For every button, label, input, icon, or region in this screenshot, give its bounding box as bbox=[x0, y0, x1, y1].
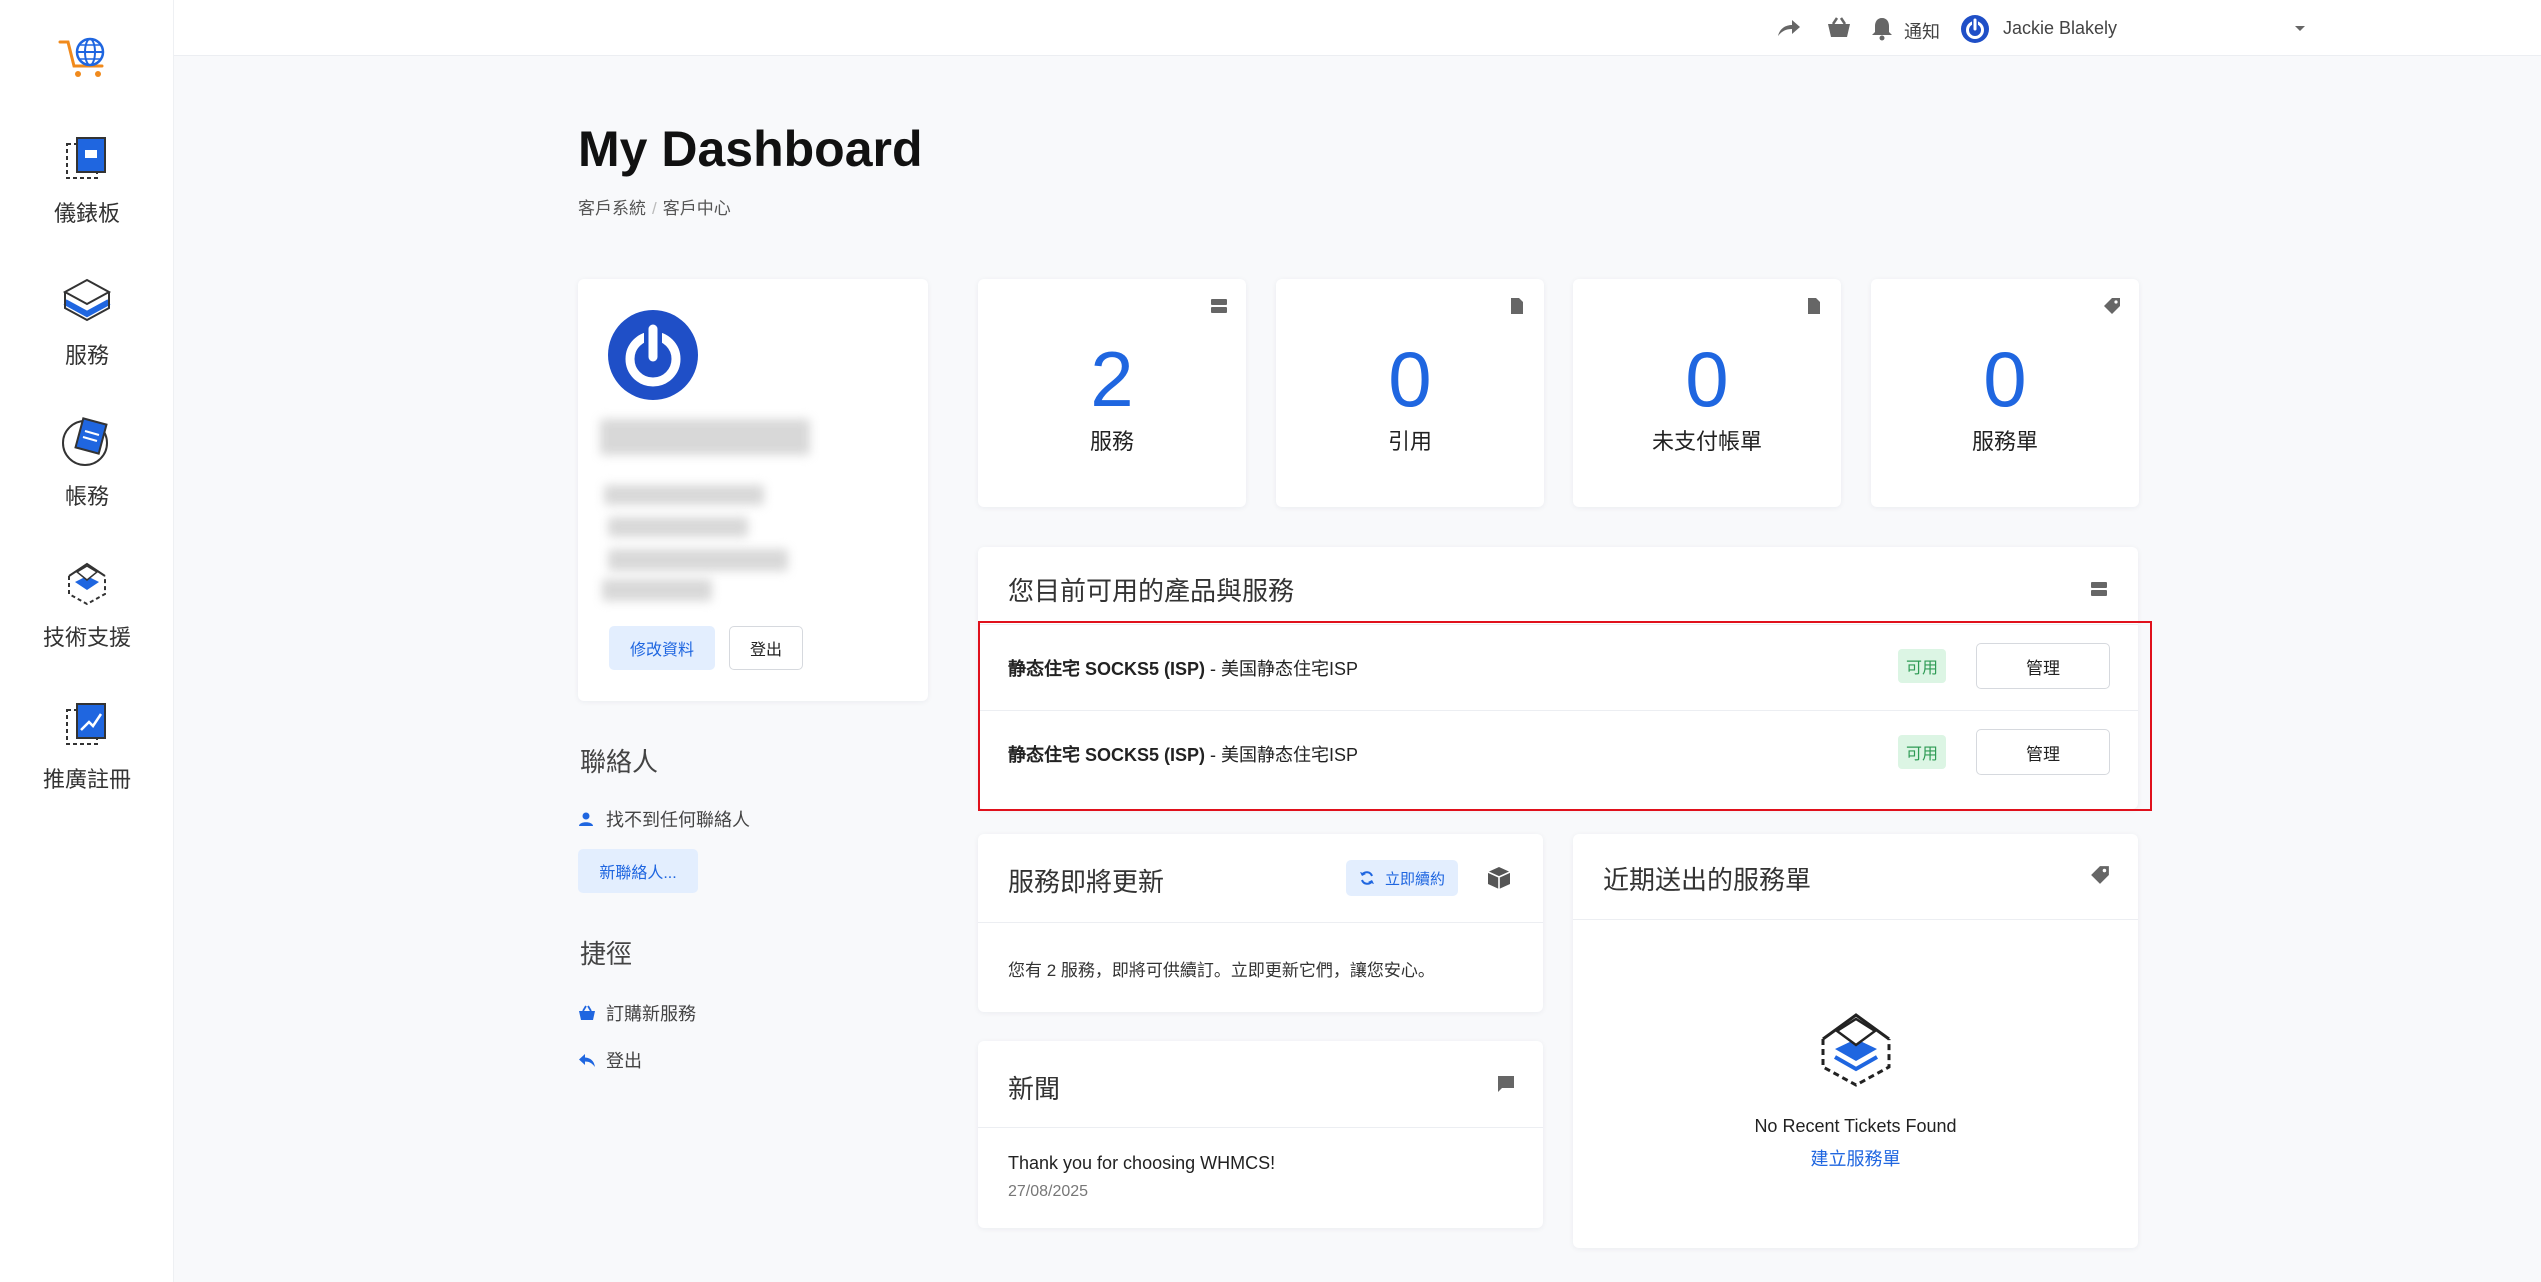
profile-address-redacted bbox=[604, 485, 764, 505]
contacts-empty: 找不到任何聯絡人 bbox=[578, 806, 750, 832]
user-avatar-icon[interactable] bbox=[1960, 14, 1990, 44]
product-name[interactable]: 静态住宅 SOCKS5 (ISP) - 美国静态住宅ISP bbox=[1008, 741, 1358, 767]
renewals-title: 服務即將更新 bbox=[1008, 867, 1165, 897]
chevron-down-icon[interactable] bbox=[2292, 14, 2308, 42]
renew-now-label: 立即續約 bbox=[1384, 870, 1445, 888]
sidebar-item-label: 技術支援 bbox=[42, 625, 131, 650]
sidebar-item-dashboard[interactable]: 儀錶板 bbox=[0, 130, 174, 228]
dashboard-icon bbox=[66, 137, 106, 179]
tag-icon bbox=[2104, 298, 2120, 314]
user-name[interactable]: Jackie Blakely bbox=[2003, 18, 2117, 39]
new-contact-button[interactable]: 新聯絡人... bbox=[578, 849, 698, 893]
sync-icon bbox=[1359, 871, 1374, 885]
stat-card-unpaid-invoices[interactable]: 0 未支付帳單 bbox=[1573, 279, 1841, 507]
stat-card-tickets[interactable]: 0 服務單 bbox=[1871, 279, 2139, 507]
document-icon bbox=[1808, 298, 1820, 314]
empty-tickets-envelope-icon bbox=[1821, 1013, 1891, 1087]
stat-label: 引用 bbox=[1387, 429, 1432, 454]
sidebar-item-support[interactable]: 技術支援 bbox=[0, 554, 174, 652]
breadcrumb-item: 客戶中心 bbox=[662, 199, 731, 218]
breadcrumb: 客戶系統 / 客戶中心 bbox=[578, 199, 731, 218]
profile-address-redacted bbox=[608, 549, 788, 571]
product-row[interactable]: 静态住宅 SOCKS5 (ISP) - 美国静态住宅ISP 可用 管理 bbox=[978, 624, 2138, 710]
product-name[interactable]: 静态住宅 SOCKS5 (ISP) - 美国静态住宅ISP bbox=[1008, 655, 1358, 681]
document-icon bbox=[1511, 298, 1523, 314]
create-ticket-link-wrap: 建立服務單 bbox=[1573, 1145, 2138, 1171]
stat-value: 2 bbox=[1090, 335, 1134, 423]
cube-icon bbox=[1487, 867, 1511, 889]
renew-now-button[interactable]: 立即續約 bbox=[1346, 860, 1458, 896]
status-badge: 可用 bbox=[1898, 735, 1946, 769]
profile-avatar-icon bbox=[608, 310, 698, 400]
stat-label: 服務 bbox=[1089, 429, 1134, 454]
notifications-label[interactable]: 通知 bbox=[1904, 18, 1940, 44]
sidebar-item-label: 推廣註冊 bbox=[42, 767, 131, 792]
product-row[interactable]: 静态住宅 SOCKS5 (ISP) - 美国静态住宅ISP 可用 管理 bbox=[978, 710, 2138, 796]
tickets-title: 近期送出的服務單 bbox=[1603, 865, 1812, 895]
stat-card-services[interactable]: 2 服務 bbox=[978, 279, 1246, 507]
sidebar-item-billing[interactable]: 帳務 bbox=[0, 413, 174, 511]
shopping-basket-icon bbox=[579, 1005, 595, 1020]
notification-bell-icon[interactable] bbox=[1868, 14, 1896, 42]
recent-tickets-panel: 近期送出的服務單 No Recent Tickets Found 建立服務單 bbox=[1573, 834, 2138, 1248]
renewals-panel: 服務即將更新 立即續約 您有 2 服務，即將可供續訂。立即更新它們，讓您安心。 bbox=[978, 834, 1543, 1012]
manage-button[interactable]: 管理 bbox=[1976, 643, 2110, 689]
affiliate-chart-icon bbox=[66, 703, 106, 745]
page-title: My Dashboard bbox=[578, 121, 923, 177]
reply-arrow-icon bbox=[579, 1054, 595, 1067]
profile-address-redacted bbox=[608, 517, 748, 537]
server-icon bbox=[2091, 582, 2107, 596]
news-item-title[interactable]: Thank you for choosing WHMCS! bbox=[1008, 1153, 1275, 1174]
stat-card-quotes[interactable]: 0 引用 bbox=[1276, 279, 1544, 507]
stat-value: 0 bbox=[1685, 335, 1729, 423]
logo-cart-globe-icon[interactable] bbox=[58, 36, 114, 80]
profile-card: 修改資料 登出 bbox=[578, 279, 928, 701]
sidebar-item-label: 服務 bbox=[64, 343, 109, 368]
sidebar-item-label: 儀錶板 bbox=[53, 201, 120, 226]
share-arrow-icon[interactable] bbox=[1774, 14, 1802, 42]
renewals-text: 您有 2 服務，即將可供續訂。立即更新它們，讓您安心。 bbox=[1008, 961, 1435, 980]
tag-icon bbox=[2091, 866, 2109, 884]
shopping-basket-icon[interactable] bbox=[1825, 14, 1853, 42]
comment-icon bbox=[1498, 1076, 1514, 1092]
shortcuts-heading: 捷徑 bbox=[580, 939, 633, 969]
create-ticket-link[interactable]: 建立服務單 bbox=[1811, 1149, 1901, 1169]
billing-document-icon bbox=[62, 417, 108, 466]
stat-value: 0 bbox=[1388, 335, 1432, 423]
news-panel: 新聞 Thank you for choosing WHMCS! 27/08/2… bbox=[978, 1041, 1543, 1228]
status-badge: 可用 bbox=[1898, 649, 1946, 683]
sidebar-item-label: 帳務 bbox=[64, 484, 109, 509]
breadcrumb-item[interactable]: 客戶系統 bbox=[578, 199, 646, 218]
contacts-heading: 聯絡人 bbox=[580, 747, 659, 777]
logout-button[interactable]: 登出 bbox=[729, 626, 803, 670]
stat-label: 未支付帳單 bbox=[1651, 429, 1762, 454]
no-tickets-text: No Recent Tickets Found bbox=[1754, 1116, 1957, 1136]
logout-link[interactable]: 登出 bbox=[606, 1047, 642, 1073]
sidebar-item-affiliate[interactable]: 推廣註冊 bbox=[0, 696, 174, 794]
profile-address-redacted bbox=[602, 579, 712, 601]
manage-button[interactable]: 管理 bbox=[1976, 729, 2110, 775]
sidebar: 儀錶板 服務 帳務 技術支援 推廣註冊 bbox=[0, 0, 174, 1282]
contacts-empty-text: 找不到任何聯絡人 bbox=[606, 810, 750, 830]
server-icon bbox=[1211, 299, 1227, 313]
products-title: 您目前可用的產品與服務 bbox=[1008, 576, 1295, 606]
support-envelope-icon bbox=[68, 562, 106, 606]
shortcut-order[interactable]: 訂購新服務 bbox=[578, 1000, 696, 1026]
products-panel: 您目前可用的產品與服務 静态住宅 SOCKS5 (ISP) - 美国静态住宅IS… bbox=[978, 547, 2138, 809]
shortcut-logout[interactable]: 登出 bbox=[578, 1047, 642, 1073]
stat-label: 服務單 bbox=[1971, 429, 2038, 454]
stat-value: 0 bbox=[1983, 335, 2027, 423]
sidebar-item-services[interactable]: 服務 bbox=[0, 272, 174, 370]
edit-profile-button[interactable]: 修改資料 bbox=[609, 626, 715, 670]
services-box-icon bbox=[62, 278, 112, 322]
top-navbar: 通知 Jackie Blakely bbox=[174, 0, 2541, 56]
user-icon bbox=[579, 812, 593, 826]
profile-name-redacted bbox=[600, 419, 810, 455]
news-item-date: 27/08/2025 bbox=[1008, 1183, 1089, 1200]
news-title: 新聞 bbox=[1008, 1074, 1061, 1104]
order-new-service-link[interactable]: 訂購新服務 bbox=[606, 1000, 696, 1026]
